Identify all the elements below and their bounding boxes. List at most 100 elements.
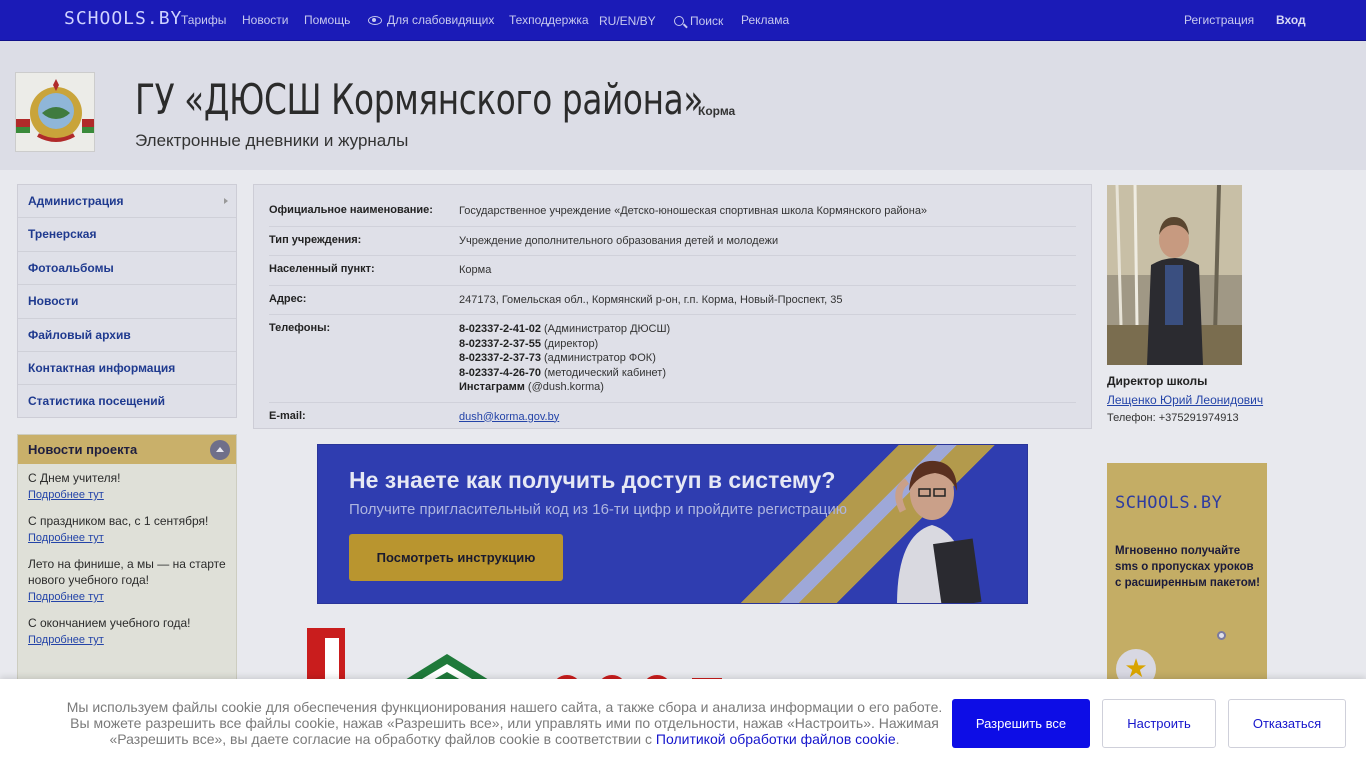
director-phone: Телефон: +375291974913 [1107,412,1239,424]
nav-accessibility[interactable]: Для слабовидящих [368,13,494,27]
cookie-message-end: . [895,731,900,747]
site-logo[interactable]: SCHOOLS.BY [64,8,182,29]
news-item-title: С праздником вас, с 1 сентября! [28,514,209,528]
phone-number: 8-02337-4-26-70 [459,366,541,379]
phone-entry: Инстаграмм (@dush.korma) [459,380,670,395]
email-link[interactable]: dush@korma.gov.by [459,411,559,423]
school-header: ГУ «ДЮСШ Кормянского района» Корма Элект… [0,41,1366,170]
nav-news[interactable]: Новости [242,13,288,27]
search-icon [674,16,684,26]
nav-accessibility-label: Для слабовидящих [387,13,495,27]
nav-tariffs[interactable]: Тарифы [181,13,226,27]
info-row-type: Тип учреждения: Учреждение дополнительно… [269,227,1076,256]
cookie-settings-button[interactable]: Настроить [1102,699,1216,748]
list-item: Лето на финише, а мы — на старте нового … [18,550,236,603]
view-instructions-button[interactable]: Посмотреть инструкцию [349,534,563,581]
list-item: С праздником вас, с 1 сентября! Подробне… [18,507,236,544]
info-label: Тип учреждения: [269,233,362,246]
sidebar-item-news[interactable]: Новости [18,285,236,319]
news-item-title: Лето на финише, а мы — на старте нового … [28,557,226,587]
sidebar-item-label: Тренерская [28,227,97,242]
instagram-label: Инстаграмм [459,381,525,393]
info-label: Телефоны: [269,322,331,334]
instagram-handle: (@dush.korma) [524,381,604,393]
info-value: Учреждение дополнительного образования д… [459,234,779,247]
cookie-consent-text: Мы используем файлы cookie для обеспечен… [62,699,947,747]
list-item: С Днем учителя! Подробнее тут [18,464,236,501]
state-emblem-image [15,72,95,152]
sidebar-item-contacts[interactable]: Контактная информация [18,352,236,386]
sidebar-item-label: Контактная информация [28,360,176,375]
eye-icon [368,16,382,25]
list-item: С окончанием учебного года! Подробнее ту… [18,609,236,646]
phone-number: 8-02337-2-37-55 [459,337,541,350]
news-item-link[interactable]: Подробнее тут [28,489,226,501]
nav-search-label: Поиск [690,14,724,28]
info-row-phones: Телефоны: 8-02337-2-41-02 (Администратор… [269,315,1076,403]
top-navigation-bar: SCHOOLS.BY Тарифы Новости Помощь Для сла… [0,0,1366,41]
phones-list: 8-02337-2-41-02 (Администратор ДЮСШ) 8-0… [459,322,670,395]
promo-dot-decoration [1217,631,1226,640]
sidebar-item-administration[interactable]: Администрация [18,185,236,219]
allow-all-button[interactable]: Разрешить все [952,699,1090,748]
project-news-header: Новости проекта [18,435,236,464]
director-photo [1107,185,1242,365]
phone-note: (методический кабинет) [540,366,666,379]
promo-text: Мгновенно получайте sms о пропусках урок… [1115,545,1260,589]
cookie-consent-bar: Мы используем файлы cookie для обеспечен… [0,679,1366,768]
sms-promo-banner[interactable]: SCHOOLS.BY Мгновенно получайте sms о про… [1107,463,1267,693]
phone-note: (Администратор ДЮСШ) [540,323,671,335]
sidebar-item-label: Новости [28,294,79,309]
info-row-address: Адрес: 247173, Гомельская обл., Кормянск… [269,286,1076,315]
decline-button[interactable]: Отказаться [1228,699,1346,748]
info-row-locality: Населенный пункт: Корма [269,256,1076,286]
info-row-official-name: Официальное наименование: Государственно… [269,197,1076,227]
chevron-right-icon [224,198,228,204]
info-value: Корма [459,264,492,276]
phone-number: 8-02337-2-37-73 [459,352,541,364]
project-news-title: Новости проекта [28,442,138,457]
sidebar-item-photo-albums[interactable]: Фотоальбомы [18,252,236,286]
director-name-link[interactable]: Лещенко Юрий Леонидович [1107,393,1263,407]
info-value: Государственное учреждение «Детско-юноше… [459,205,928,217]
cookie-policy-link[interactable]: Политикой обработки файлов cookie [656,731,896,747]
phone-entry: 8-02337-4-26-70 (методический кабинет) [459,366,670,381]
info-value: 247173, Гомельская обл., Кормянский р-он… [459,293,843,306]
promo-logo: SCHOOLS.BY [1115,493,1223,513]
info-label: Официальное наименование: [269,204,433,216]
phone-number: 8-02337-2-41-02 [459,323,541,335]
info-label: E-mail: [269,409,306,422]
nav-advertising[interactable]: Реклама [741,13,789,27]
news-item-link[interactable]: Подробнее тут [28,591,226,603]
city-label: Корма [698,104,736,118]
director-role: Директор школы [1107,374,1208,388]
school-title: ГУ «ДЮСШ Кормянского района» [135,75,703,124]
phone-note: (директор) [540,337,599,350]
nav-search[interactable]: Поиск [674,14,723,28]
banner-title: Не знаете как получить доступ в систему? [349,467,836,493]
sidebar-menu: Администрация Тренерская Фотоальбомы Нов… [17,184,237,418]
info-label: Населенный пункт: [269,263,375,275]
banner-subtitle: Получите пригласительный код из 16-ти ци… [349,501,848,518]
school-info-card: Официальное наименование: Государственно… [253,184,1092,429]
sidebar-item-coaches[interactable]: Тренерская [18,218,236,252]
nav-support[interactable]: Техподдержка [509,13,589,27]
login-link[interactable]: Вход [1276,13,1306,27]
phone-entry: 8-02337-2-37-73 (администратор ФОК) [459,351,670,366]
phone-entry: 8-02337-2-41-02 (Администратор ДЮСШ) [459,322,670,337]
news-item-link[interactable]: Подробнее тут [28,532,226,544]
language-switch[interactable]: RU/EN/BY [599,14,656,28]
sidebar-item-label: Администрация [28,194,124,208]
sidebar-item-label: Файловый архив [28,327,131,342]
nav-help[interactable]: Помощь [304,13,350,27]
sidebar-item-file-archive[interactable]: Файловый архив [18,319,236,352]
phone-entry: 8-02337-2-37-55 (директор) [459,337,670,352]
news-item-link[interactable]: Подробнее тут [28,634,226,646]
register-link[interactable]: Регистрация [1184,13,1254,27]
sidebar-item-statistics[interactable]: Статистика посещений [18,385,236,418]
phone-note: (администратор ФОК) [540,352,656,364]
sidebar-item-label: Фотоальбомы [28,260,114,275]
collapse-icon[interactable] [210,440,230,460]
news-item-title: С Днем учителя! [28,471,121,485]
registration-help-banner[interactable]: Не знаете как получить доступ в систему?… [317,444,1028,604]
